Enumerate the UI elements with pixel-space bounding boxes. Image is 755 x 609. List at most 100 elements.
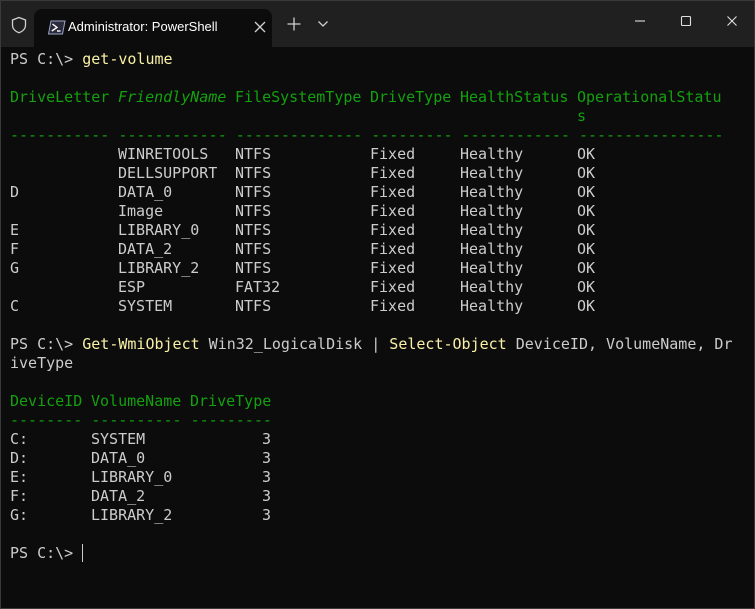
cell-health: Healthy [460,164,524,182]
cell-fs: NTFS [235,240,272,258]
cell-type: 3 [261,487,271,505]
cell-name: LIBRARY_0 [91,468,173,486]
cell-drive: C [10,297,20,315]
cell-type: 3 [261,506,271,524]
column-header: FileSystemType [235,88,362,106]
title-bar[interactable]: Administrator: PowerShell [1,1,754,47]
terminal-window: Administrator: PowerShell PS C:\> get-vo… [0,0,755,609]
command-wrap: iveType [10,354,74,372]
cell-id: E: [10,468,29,486]
cell-op: OK [577,259,596,277]
cell-drive: G [10,259,20,277]
cell-fs: NTFS [235,164,272,182]
cell-health: Healthy [460,145,524,163]
prompt: PS C:\> [10,50,83,68]
prompt: PS C:\> [10,544,83,562]
close-button[interactable] [709,1,754,41]
cell-type: Fixed [370,202,416,220]
volume-header-underline: ----------- ------------ -------------- … [10,126,724,144]
cell-name: SYSTEM [118,297,173,315]
column-header: HealthStatus [460,88,569,106]
column-header: DeviceID [10,392,83,410]
cell-type: Fixed [370,145,416,163]
cell-name: WINRETOOLS [118,145,209,163]
cell-name: LIBRARY_0 [118,221,200,239]
cell-op: OK [577,221,596,239]
cell-drive: D [10,183,20,201]
pipe-operator: | [371,335,381,353]
cell-id: D: [10,449,29,467]
cell-name: DATA_2 [91,487,146,505]
cell-type: Fixed [370,297,416,315]
cell-op: OK [577,278,596,296]
cell-health: Healthy [460,297,524,315]
cell-type: 3 [261,449,271,467]
command-text: get-volume [82,50,173,68]
chevron-down-icon[interactable] [316,18,330,30]
powershell-icon [48,20,66,35]
cell-type: 3 [261,468,271,486]
cell-id: C: [10,430,29,448]
cell-fs: NTFS [235,259,272,277]
column-header: FriendlyName [118,88,227,106]
close-icon[interactable] [253,20,267,34]
plus-icon[interactable] [286,16,302,32]
cell-health: Healthy [460,259,524,277]
cell-name: DELLSUPPORT [118,164,218,182]
prompt: PS C:\> [10,335,83,353]
cell-health: Healthy [460,278,524,296]
cell-drive: E [10,221,20,239]
command-name: Select-Object [380,335,507,353]
column-header: DriveType [370,88,452,106]
cell-health: Healthy [460,221,524,239]
cell-op: OK [577,145,596,163]
cell-op: OK [577,297,596,315]
command-argument: Win32_LogicalDisk [199,335,372,353]
cell-type: Fixed [370,221,416,239]
maximize-button[interactable] [663,1,709,41]
cell-drive: F [10,240,20,258]
cell-name: LIBRARY_2 [91,506,173,524]
cell-fs: NTFS [235,145,272,163]
cell-op: OK [577,240,596,258]
cell-type: 3 [261,430,271,448]
prompt-line-2: PS C:\> Get-WmiObject Win32_LogicalDisk … [10,335,733,354]
tab-powershell[interactable]: Administrator: PowerShell [34,9,272,47]
terminal-output[interactable]: PS C:\> get-volume DriveLetter FriendlyNa… [10,50,754,608]
shield-icon [11,16,27,34]
cell-name: DATA_2 [118,240,173,258]
cell-op: OK [577,183,596,201]
minimize-icon [635,20,645,22]
cell-type: Fixed [370,164,416,182]
column-header: OperationalStatu [577,88,722,106]
cell-health: Healthy [460,183,524,201]
column-header: VolumeName [91,392,182,410]
prompt-line-1: PS C:\> get-volume [10,50,173,69]
text-cursor [82,544,83,562]
minimize-button[interactable] [617,1,663,41]
cell-name: DATA_0 [91,449,146,467]
cell-fs: NTFS [235,202,272,220]
cell-type: Fixed [370,278,416,296]
cell-type: Fixed [370,183,416,201]
cell-name: SYSTEM [91,430,146,448]
cell-fs: NTFS [235,183,272,201]
cell-health: Healthy [460,240,524,258]
tab-title: Administrator: PowerShell [68,19,218,34]
column-header: DriveLetter [10,88,110,106]
cell-op: OK [577,202,596,220]
command-name: Get-WmiObject [82,335,200,353]
cell-id: F: [10,487,29,505]
column-header-wrap: s [577,107,587,125]
cell-fs: NTFS [235,297,272,315]
cell-type: Fixed [370,240,416,258]
prompt-line-3: PS C:\> [10,544,82,563]
cell-name: DATA_0 [118,183,173,201]
cell-id: G: [10,506,29,524]
close-icon [727,16,737,26]
cell-name: LIBRARY_2 [118,259,200,277]
maximize-icon [680,15,692,27]
cell-op: OK [577,164,596,182]
column-header: DriveType [190,392,272,410]
cell-fs: FAT32 [235,278,281,296]
